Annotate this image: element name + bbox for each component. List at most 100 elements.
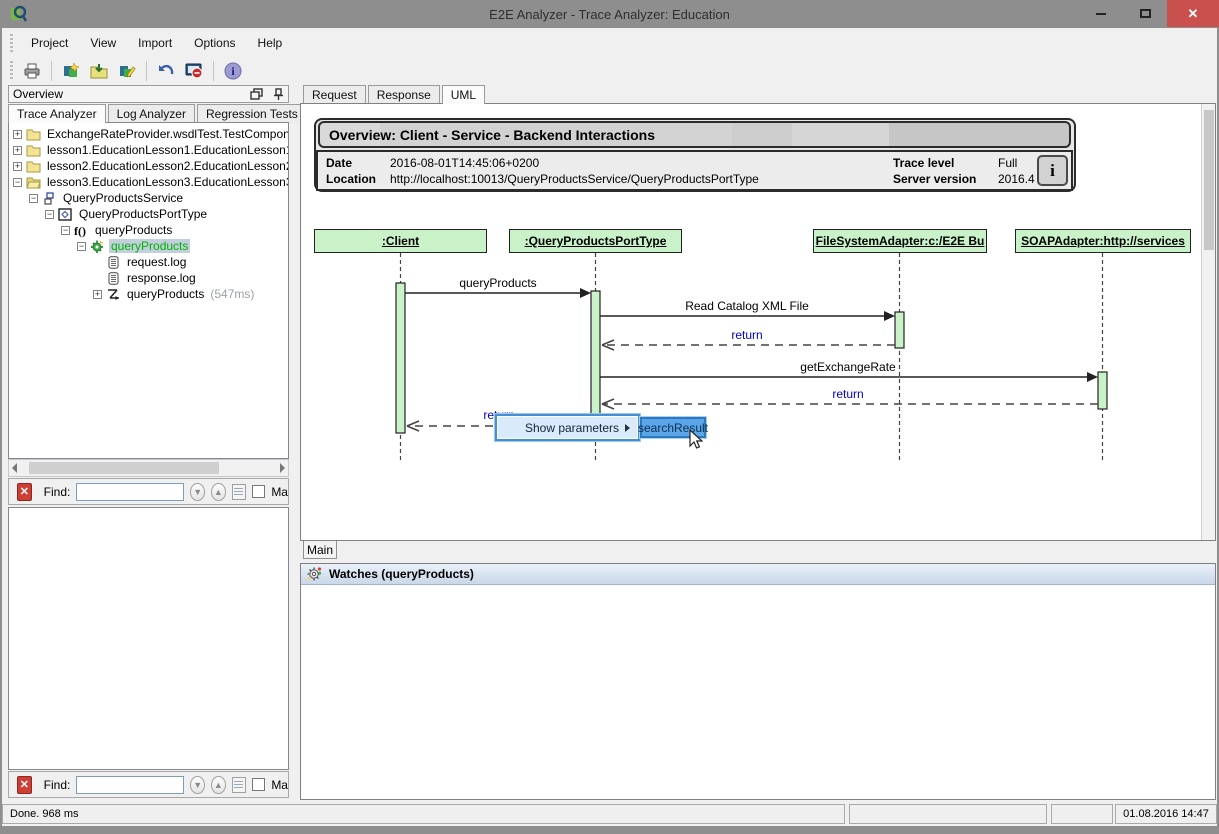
find-options-icon[interactable]: [232, 484, 247, 500]
find-previous-icon[interactable]: ▲: [211, 483, 226, 501]
overview-tabs: Trace Analyzer Log Analyzer Regression T…: [8, 104, 309, 123]
menu-help[interactable]: Help: [247, 31, 294, 55]
find-options-icon[interactable]: [232, 777, 247, 793]
expand-icon[interactable]: +: [13, 146, 22, 155]
maximize-button[interactable]: [1123, 0, 1167, 27]
tab-main[interactable]: Main: [303, 541, 337, 559]
function-icon: f(): [74, 224, 89, 237]
message-label[interactable]: return: [832, 387, 863, 401]
menu-import[interactable]: Import: [127, 31, 183, 55]
find-bar-bottom: ✕ Find: ▼ ▲ Ma: [8, 771, 289, 798]
find-input[interactable]: [76, 776, 184, 794]
tree-row[interactable]: + ExchangeRateProvider.wsdlTest.TestComp…: [9, 126, 288, 142]
tree-row[interactable]: + queryProducts (547ms): [9, 286, 288, 302]
info-icon[interactable]: i: [221, 60, 245, 82]
find-bar-top: ✕ Find: ▼ ▲ Ma: [8, 478, 289, 505]
pin-icon[interactable]: [273, 88, 284, 101]
gear-icon: [90, 240, 105, 253]
collapse-icon[interactable]: −: [29, 194, 38, 203]
undo-icon[interactable]: [154, 60, 178, 82]
tab-request[interactable]: Request: [303, 85, 366, 104]
scrollbar-thumb[interactable]: [29, 462, 219, 474]
expand-icon[interactable]: +: [13, 162, 22, 171]
document-tabs: Request Response UML: [303, 85, 487, 104]
expand-icon[interactable]: +: [93, 290, 102, 299]
close-find-icon[interactable]: ✕: [17, 483, 32, 501]
menubar-gripper[interactable]: [10, 34, 13, 52]
uml-vertical-scrollbar[interactable]: [1201, 104, 1215, 540]
toolbar-gripper[interactable]: [10, 61, 13, 79]
collapse-icon[interactable]: −: [61, 226, 70, 235]
message-label[interactable]: queryProducts: [459, 276, 536, 290]
match-case-checkbox[interactable]: [252, 485, 265, 498]
status-cell-empty: [1051, 804, 1113, 824]
lifeline-filesystemadapter[interactable]: FileSystemAdapter:c:/E2E Bu: [813, 229, 987, 253]
collapse-icon[interactable]: −: [77, 242, 86, 251]
secondary-panel: [8, 507, 289, 770]
watches-panel: Watches (queryProducts): [300, 563, 1216, 800]
overview-title: Overview: [13, 87, 63, 101]
collapse-icon[interactable]: −: [45, 210, 54, 219]
close-button[interactable]: ✕: [1167, 0, 1219, 27]
find-next-icon[interactable]: ▼: [190, 483, 205, 501]
tree-horizontal-scrollbar[interactable]: [8, 459, 289, 477]
expand-icon[interactable]: +: [13, 130, 22, 139]
print-icon[interactable]: [20, 60, 44, 82]
context-menu-show-parameters[interactable]: Show parameters: [495, 414, 640, 441]
folder-open-icon: [26, 176, 41, 189]
tree-row[interactable]: − QueryProductsPortType: [9, 206, 288, 222]
tree-row[interactable]: + lesson2.EducationLesson2.EducationLess…: [9, 158, 288, 174]
tree-row[interactable]: request.log: [9, 254, 288, 270]
lifeline-client[interactable]: :Client: [314, 229, 487, 253]
tree-row-selected[interactable]: − queryProducts: [9, 238, 288, 254]
trace-import-icon[interactable]: [87, 60, 111, 82]
match-case-label: Ma: [271, 778, 288, 792]
collapse-icon[interactable]: −: [13, 178, 22, 187]
tree-row[interactable]: + lesson1.EducationLesson1.EducationLess…: [9, 142, 288, 158]
log-file-icon: [106, 256, 121, 269]
uml-diagram-panel: Overview: Client - Service - Backend Int…: [300, 103, 1216, 541]
minimize-button[interactable]: [1079, 0, 1123, 27]
tab-regression-tests[interactable]: Regression Tests: [197, 104, 307, 123]
tree-row[interactable]: − QueryProductsService: [9, 190, 288, 206]
tree-row[interactable]: − f() queryProducts: [9, 222, 288, 238]
menu-project[interactable]: Project: [20, 31, 79, 55]
message-label[interactable]: getExchangeRate: [800, 360, 895, 374]
message-label[interactable]: return: [731, 328, 762, 342]
tab-trace-analyzer[interactable]: Trace Analyzer: [8, 104, 106, 123]
find-label: Find:: [44, 778, 71, 792]
find-input[interactable]: [76, 483, 184, 501]
trace-edit-icon[interactable]: [115, 60, 139, 82]
tree-row[interactable]: response.log: [9, 270, 288, 286]
lifeline-soapadapter[interactable]: SOAPAdapter:http://services: [1015, 229, 1191, 253]
scroll-left-icon[interactable]: [12, 463, 17, 473]
watches-gear-icon: [307, 567, 322, 581]
float-window-icon[interactable]: [250, 88, 264, 100]
status-datetime: 01.08.2016 14:47: [1115, 804, 1217, 824]
trace-new-icon[interactable]: [59, 60, 83, 82]
log-file-icon: [106, 272, 121, 285]
close-find-icon[interactable]: ✕: [17, 776, 32, 794]
tab-log-analyzer[interactable]: Log Analyzer: [108, 104, 195, 123]
context-menu-item-label[interactable]: Show parameters: [497, 421, 625, 435]
tab-uml[interactable]: UML: [442, 85, 485, 104]
statusbar: Done. 968 ms 01.08.2016 14:47: [2, 803, 1217, 826]
window-title: E2E Analyzer - Trace Analyzer: Education: [0, 7, 1219, 22]
scrollbar-thumb[interactable]: [1204, 110, 1214, 250]
message-label[interactable]: Read Catalog XML File: [685, 299, 809, 313]
folder-icon: [26, 128, 41, 141]
lifeline-queryproductsporttype[interactable]: :QueryProductsPortType: [509, 229, 682, 253]
tree-row[interactable]: − lesson3.EducationLesson3.EducationLess…: [9, 174, 288, 190]
find-previous-icon[interactable]: ▲: [211, 776, 226, 794]
tab-response[interactable]: Response: [368, 85, 440, 104]
find-next-icon[interactable]: ▼: [190, 776, 205, 794]
screen-log-icon[interactable]: [182, 60, 206, 82]
porttype-icon: [58, 208, 73, 221]
scroll-right-icon[interactable]: [280, 463, 285, 473]
status-cell-empty: [849, 804, 1047, 824]
match-case-checkbox[interactable]: [252, 778, 265, 791]
menu-options[interactable]: Options: [183, 31, 246, 55]
menu-view[interactable]: View: [79, 31, 127, 55]
status-message: Done. 968 ms: [2, 804, 845, 824]
match-case-label: Ma: [271, 485, 288, 499]
